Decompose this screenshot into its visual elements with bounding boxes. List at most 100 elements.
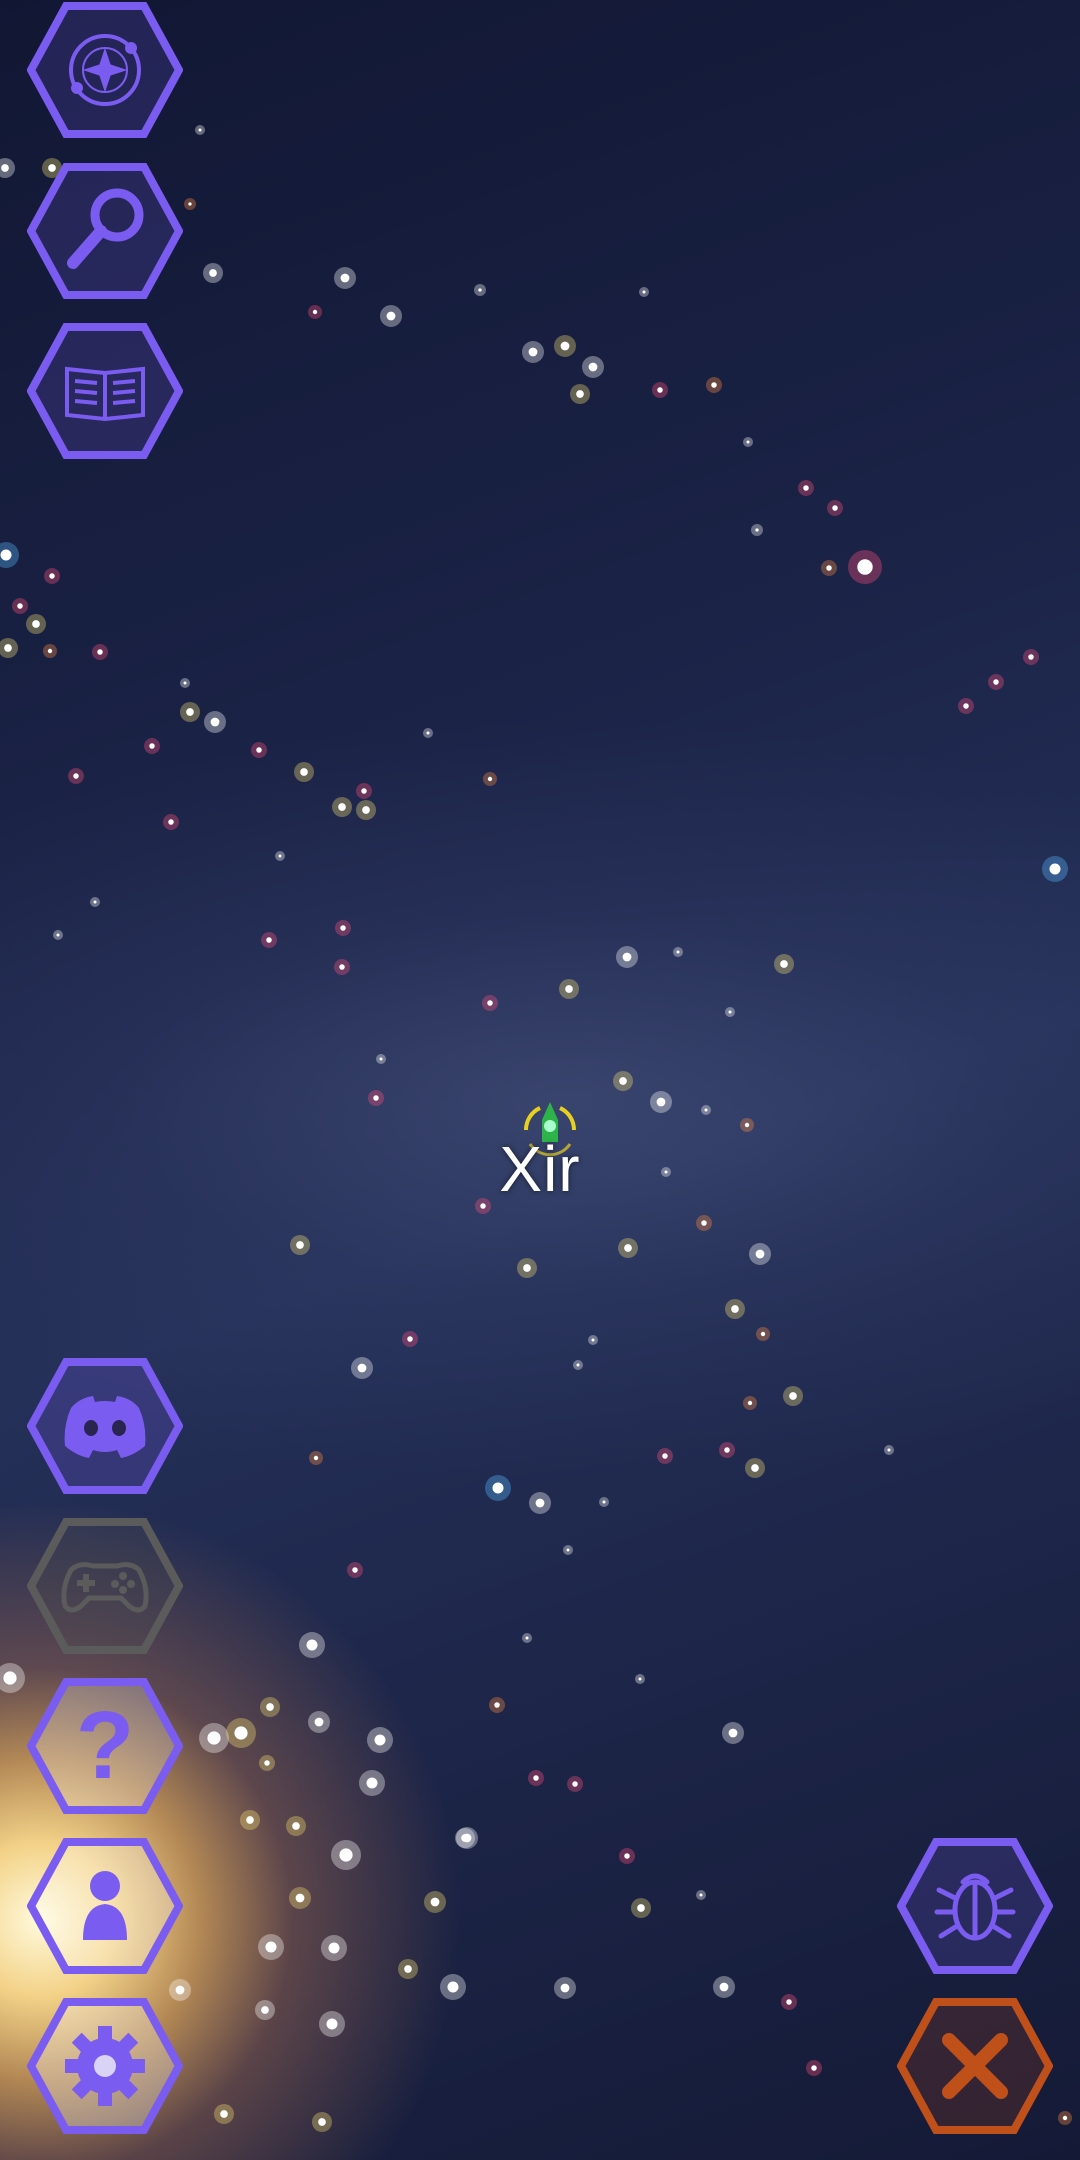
- search-button[interactable]: [27, 163, 183, 299]
- star[interactable]: [246, 1816, 254, 1824]
- star[interactable]: [404, 1965, 412, 1973]
- star[interactable]: [560, 1983, 570, 1993]
- star[interactable]: [711, 382, 717, 388]
- star[interactable]: [525, 1636, 529, 1640]
- star[interactable]: [487, 776, 493, 782]
- star[interactable]: [373, 1095, 379, 1101]
- star[interactable]: [751, 1464, 759, 1472]
- star[interactable]: [1049, 863, 1061, 875]
- gamepad-button[interactable]: [27, 1518, 183, 1654]
- star[interactable]: [379, 1057, 383, 1061]
- star[interactable]: [494, 1702, 500, 1708]
- settings-button[interactable]: [27, 1998, 183, 2134]
- star[interactable]: [565, 985, 573, 993]
- star[interactable]: [338, 803, 346, 811]
- star[interactable]: [318, 2118, 326, 2126]
- star[interactable]: [386, 311, 396, 321]
- star[interactable]: [728, 1010, 732, 1014]
- star[interactable]: [528, 347, 538, 357]
- star[interactable]: [339, 1848, 353, 1862]
- star[interactable]: [724, 1447, 730, 1453]
- star[interactable]: [210, 717, 220, 727]
- star[interactable]: [622, 952, 632, 962]
- star[interactable]: [624, 1244, 632, 1252]
- star[interactable]: [731, 1305, 739, 1313]
- selected-star-name[interactable]: Xir: [0, 1132, 1080, 1206]
- star[interactable]: [566, 1548, 570, 1552]
- star[interactable]: [314, 1717, 324, 1727]
- star[interactable]: [266, 1703, 274, 1711]
- star[interactable]: [523, 1264, 531, 1272]
- star[interactable]: [461, 1834, 469, 1842]
- star[interactable]: [3, 1671, 17, 1685]
- star[interactable]: [780, 960, 788, 968]
- star[interactable]: [747, 1400, 753, 1406]
- star[interactable]: [811, 2065, 817, 2071]
- star[interactable]: [207, 1731, 221, 1745]
- star[interactable]: [826, 565, 832, 571]
- bug-report-button[interactable]: [897, 1838, 1053, 1974]
- star[interactable]: [760, 1331, 766, 1337]
- star[interactable]: [887, 1448, 891, 1452]
- star[interactable]: [0, 549, 12, 561]
- profile-button[interactable]: [27, 1838, 183, 1974]
- star[interactable]: [407, 1336, 413, 1342]
- star[interactable]: [328, 1942, 340, 1954]
- star[interactable]: [704, 1108, 708, 1112]
- star[interactable]: [188, 202, 192, 206]
- star[interactable]: [49, 573, 55, 579]
- star[interactable]: [149, 743, 155, 749]
- star[interactable]: [591, 1338, 595, 1342]
- star[interactable]: [487, 1000, 493, 1006]
- star[interactable]: [17, 603, 23, 609]
- star[interactable]: [832, 505, 838, 511]
- star[interactable]: [755, 1249, 765, 1259]
- discord-button[interactable]: [27, 1358, 183, 1494]
- star[interactable]: [676, 950, 680, 954]
- star[interactable]: [234, 1726, 248, 1740]
- star[interactable]: [186, 708, 194, 716]
- star[interactable]: [656, 1097, 666, 1107]
- star[interactable]: [292, 1822, 300, 1830]
- star[interactable]: [560, 341, 570, 351]
- star[interactable]: [1, 164, 9, 172]
- star[interactable]: [624, 1853, 630, 1859]
- encyclopedia-button[interactable]: [27, 323, 183, 459]
- star[interactable]: [533, 1775, 539, 1781]
- star[interactable]: [175, 1985, 185, 1995]
- star[interactable]: [362, 806, 370, 814]
- close-button[interactable]: [897, 1998, 1053, 2134]
- star[interactable]: [361, 788, 367, 794]
- star[interactable]: [478, 288, 482, 292]
- star[interactable]: [220, 2110, 228, 2118]
- star[interactable]: [374, 1734, 386, 1746]
- star[interactable]: [93, 900, 97, 904]
- star[interactable]: [430, 1897, 440, 1907]
- star[interactable]: [755, 528, 759, 532]
- star[interactable]: [963, 703, 969, 709]
- star[interactable]: [312, 309, 318, 315]
- star[interactable]: [1028, 654, 1034, 660]
- star[interactable]: [638, 1677, 642, 1681]
- star[interactable]: [426, 731, 430, 735]
- star[interactable]: [662, 1453, 668, 1459]
- star[interactable]: [264, 1760, 270, 1766]
- star[interactable]: [1062, 2115, 1068, 2121]
- star[interactable]: [572, 1781, 578, 1787]
- star[interactable]: [803, 485, 809, 491]
- star[interactable]: [657, 387, 663, 393]
- star[interactable]: [701, 1220, 707, 1226]
- star[interactable]: [366, 1777, 378, 1789]
- star[interactable]: [447, 1981, 459, 1993]
- star[interactable]: [32, 620, 40, 628]
- star[interactable]: [73, 773, 79, 779]
- star[interactable]: [295, 1893, 305, 1903]
- star[interactable]: [357, 1363, 367, 1373]
- star[interactable]: [326, 2018, 338, 2030]
- star[interactable]: [97, 649, 103, 655]
- galaxy-map-button[interactable]: [27, 2, 183, 138]
- star[interactable]: [744, 1122, 750, 1128]
- star[interactable]: [183, 681, 187, 685]
- star[interactable]: [340, 273, 350, 283]
- star[interactable]: [339, 964, 345, 970]
